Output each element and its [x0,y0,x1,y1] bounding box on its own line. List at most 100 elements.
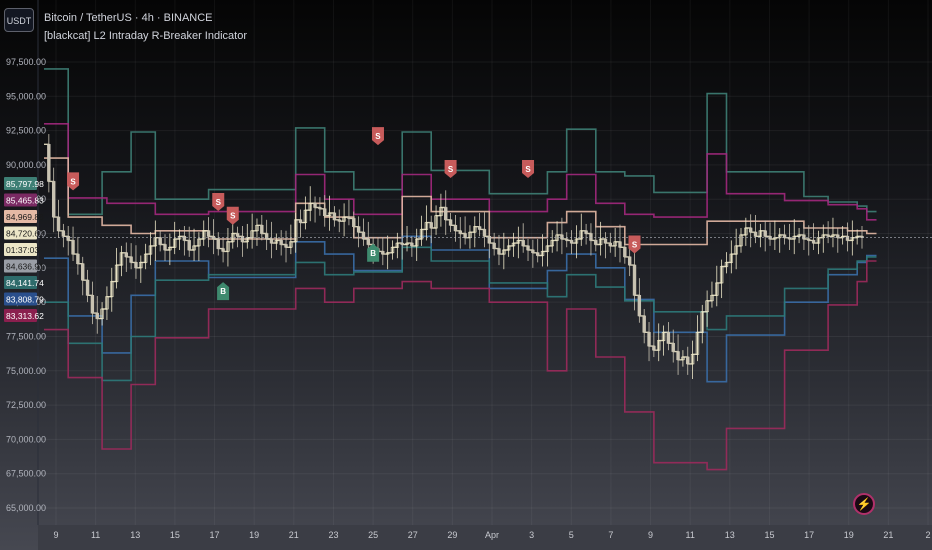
candle-body [637,294,642,317]
candle-body [666,332,671,344]
price-badge-label: 84,636.91 [6,262,44,272]
candle-body [347,216,351,219]
time-tick-label: 7 [608,530,613,540]
candle-body [492,242,496,249]
candle-body [647,332,651,347]
lightning-icon[interactable]: ⚡ [853,493,875,515]
candle-body [652,345,656,351]
candle-body [163,244,167,251]
price-tick-label: 70,000.00 [6,434,46,444]
candle-body [381,251,385,255]
sell-signal-marker: S [628,235,641,254]
candle-body [90,294,95,314]
candle-body [56,216,61,232]
time-tick-label: 25 [368,530,378,540]
candle-body [531,249,535,254]
indicator-series-line [44,235,877,383]
price-badge-label: 83,808.79 [6,295,44,305]
price-tick-label: 65,000.00 [6,503,46,513]
candle-body [216,238,220,249]
candle-body [124,252,128,258]
candle-body [560,234,564,240]
candle-body [240,235,245,243]
time-tick-label: 19 [249,530,259,540]
candle-body [589,233,593,241]
price-badge-label: 85,797.98 [6,179,44,189]
indicator-lines [44,68,877,471]
candle-body [521,240,525,247]
signal-label: S [70,177,76,186]
candle-body [836,234,840,238]
candle-body [448,219,453,226]
price-badge-label: 83,313.62 [6,311,44,321]
candle-body [753,231,758,237]
candle-body [337,219,341,222]
time-tick-label: 13 [725,530,735,540]
candle-body [463,233,467,238]
candle-body [569,240,574,244]
indicator-title[interactable]: [blackcat] L2 Intraday R-Breaker Indicat… [44,30,247,42]
candle-body [536,252,540,256]
buy-signal-marker: B [367,243,380,262]
indicator-series-line [44,260,877,471]
time-tick-label: 9 [648,530,653,540]
time-axis[interactable]: 9 11 13 15 17 19 21 23 25 27 29 Apr 3 5 7 9 11 13 15 17 19 21… [38,525,932,550]
candle-body [85,279,90,296]
symbol-title[interactable]: Bitcoin / TetherUS · 4h · BINANCE [44,12,213,24]
sell-signal-marker: S [522,160,535,179]
indicator-series-line [44,143,863,365]
signal-label: S [632,241,638,250]
currency-button[interactable]: USDT [4,8,34,32]
candle-body [134,262,138,269]
candle-body [632,264,637,296]
price-tick-label: 75,000.00 [6,366,46,376]
candle-body [627,256,632,266]
time-tick-label: 2 [925,530,930,540]
signal-label: S [375,132,381,141]
candle-body [81,263,85,281]
candle-body [95,312,99,319]
price-badge-label: 84,141.74 [6,278,44,288]
candle-body [260,225,264,234]
time-tick-label: 21 [883,530,893,540]
time-tick-label: 15 [764,530,774,540]
price-badge-label: 84,720.67 [6,229,44,239]
candle-body [763,230,767,237]
signal-label: S [230,212,236,221]
candle-body [623,246,627,258]
time-tick-label: 3 [529,530,534,540]
candle-body [594,240,598,245]
candle-body [361,231,366,240]
buy-signal-marker: B [217,282,230,301]
candle-body [608,242,613,247]
candle-body [807,238,811,241]
candle-body [182,235,187,241]
time-tick-label: Apr [485,530,499,540]
candle-body [284,244,288,248]
candle-body [264,233,269,240]
candle-body [642,315,646,333]
candle-body [429,222,433,229]
price-chart[interactable]: SSSBBSS SS 97,500.0095,000.0092,500.0090,… [0,0,932,550]
candle-body [400,242,404,245]
candle-body [221,248,225,252]
time-tick-label: 15 [170,530,180,540]
candle-body [332,212,337,221]
price-tick-label: 97,500.00 [6,57,46,67]
price-tick-label: 90,000.00 [6,160,46,170]
candle-body [47,144,51,182]
signal-label: B [220,287,226,296]
candle-body [826,234,830,237]
time-tick-label: 9 [53,530,58,540]
candle-body [477,226,482,230]
time-tick-label: 11 [91,530,100,540]
candle-body [497,248,501,255]
price-tick-label: 95,000.00 [6,91,46,101]
time-tick-label: 5 [569,530,574,540]
signal-label: S [525,165,531,174]
signal-label: S [448,165,454,174]
candle-body [671,343,675,352]
candle-body [618,241,622,248]
price-badge-label: 01:37:03 [6,245,39,255]
time-tick-label: 23 [328,530,338,540]
